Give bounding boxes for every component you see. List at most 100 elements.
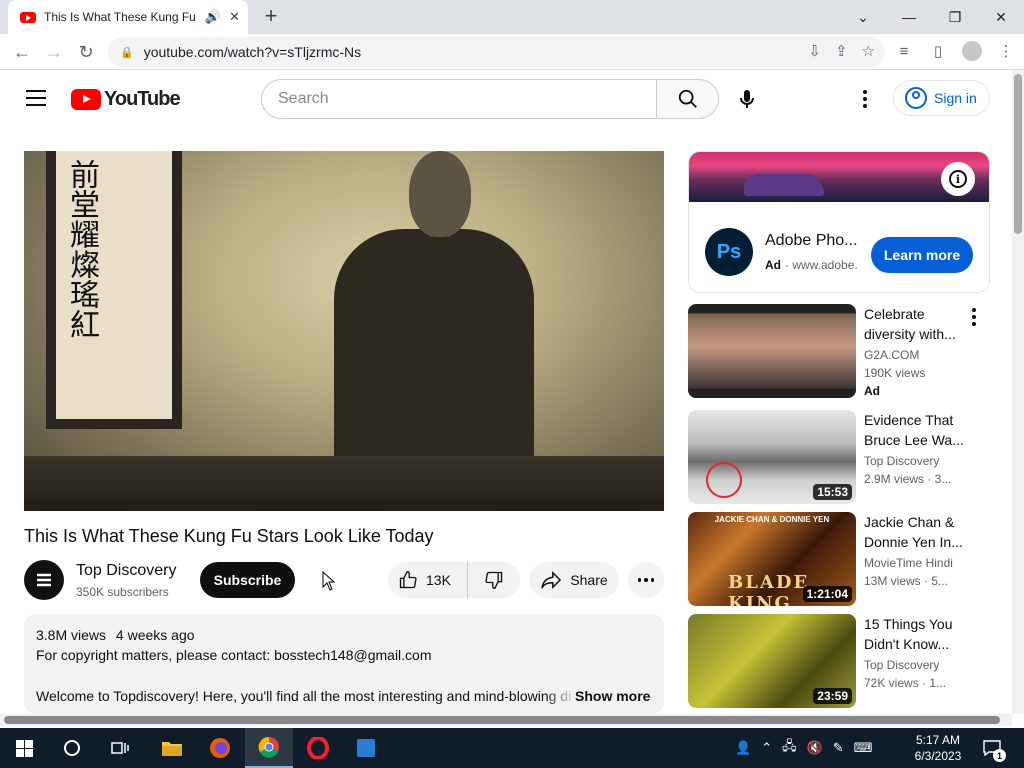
vertical-scrollbar[interactable]	[1012, 70, 1024, 714]
taskbar-clock[interactable]: 5:17 AM 6/3/2023	[910, 732, 966, 764]
url-text[interactable]: youtube.com/watch?v=sTljzrmc-Ns	[144, 44, 361, 60]
address-bar[interactable]: 🔒 youtube.com/watch?v=sTljzrmc-Ns ⇩ ⇪ ☆	[108, 37, 885, 67]
like-dislike-group: 13K	[388, 562, 520, 598]
chrome-button[interactable]	[245, 728, 293, 768]
minimize-button[interactable]: —	[886, 0, 932, 34]
share-label: Share	[570, 572, 608, 588]
show-hidden-icons-icon[interactable]: ⌃	[761, 740, 772, 756]
clock-time: 5:17 AM	[915, 733, 961, 747]
search-icon	[678, 89, 697, 108]
video-thumbnail[interactable]: 23:59	[688, 614, 856, 708]
recommendation-item[interactable]: 23:59 15 Things You Didn't Know... Top D…	[688, 614, 990, 708]
browser-menu-icon[interactable]: ⋮	[995, 40, 1017, 62]
recommendation-title[interactable]: Celebrate diversity with...	[864, 304, 964, 344]
channel-avatar[interactable]	[24, 560, 64, 600]
search-button[interactable]	[656, 79, 719, 119]
recommendation-title[interactable]: Evidence That Bruce Lee Wa...	[864, 410, 964, 450]
keyboard-icon[interactable]: ⌨	[854, 740, 873, 756]
item-menu-icon[interactable]	[972, 308, 976, 326]
sign-in-button[interactable]: Sign in	[893, 80, 990, 116]
tab-search-icon[interactable]: ⌄	[840, 0, 886, 34]
description-box[interactable]: 3.8M views 4 weeks ago For copyright mat…	[24, 614, 664, 714]
chrome-icon	[258, 736, 279, 758]
task-view-icon	[111, 742, 129, 754]
share-arrow-icon	[541, 570, 562, 590]
bookmark-star-icon[interactable]: ☆	[862, 42, 875, 60]
close-tab-icon[interactable]: ✕	[229, 9, 240, 25]
learn-more-button[interactable]: Learn more	[871, 237, 973, 273]
photoshop-logo-icon: Ps	[705, 228, 753, 276]
search-taskbar-button[interactable]	[48, 728, 96, 768]
video-thumbnail[interactable]	[688, 304, 856, 398]
app-button[interactable]	[342, 728, 390, 768]
back-button[interactable]: ←	[10, 40, 34, 64]
menu-icon[interactable]	[26, 90, 46, 106]
show-more-button[interactable]: Show more	[575, 688, 650, 704]
close-window-button[interactable]: ✕	[978, 0, 1024, 34]
recommendation-title[interactable]: Jackie Chan & Donnie Yen In...	[864, 512, 964, 552]
recommendation-views: 190K views	[864, 366, 926, 380]
side-panel-icon[interactable]: ▯	[927, 40, 949, 62]
audio-playing-icon[interactable]: 🔊	[205, 9, 221, 25]
reload-button[interactable]: ↻	[74, 40, 98, 64]
ad-subtitle: Ad · www.adobe.	[765, 258, 858, 272]
install-app-icon[interactable]: ⇩	[808, 42, 821, 60]
lock-icon[interactable]: 🔒	[120, 46, 134, 59]
start-button[interactable]	[0, 728, 48, 768]
highlight-circle	[706, 462, 742, 498]
subscribe-button[interactable]: Subscribe	[200, 562, 295, 598]
recommendation-item[interactable]: Celebrate diversity with... G2A.COM 190K…	[688, 304, 990, 398]
ad-card[interactable]: i Ps Adobe Pho... Ad · www.adobe. Learn m…	[688, 151, 990, 293]
horizontal-scrollbar[interactable]	[0, 714, 1012, 726]
more-actions-button[interactable]	[628, 562, 664, 598]
tab-title: This Is What These Kung Fu	[44, 10, 196, 24]
people-icon[interactable]: 👤	[735, 740, 751, 756]
thumbs-down-icon	[485, 571, 503, 590]
video-thumbnail[interactable]: 15:53	[688, 410, 856, 504]
ad-title[interactable]: Adobe Pho...	[765, 232, 858, 250]
restore-button[interactable]: ❐	[932, 0, 978, 34]
ad-badge: Ad	[864, 384, 880, 398]
youtube-logo[interactable]: YouTube	[71, 88, 181, 111]
opera-button[interactable]	[294, 728, 342, 768]
firefox-icon	[210, 738, 230, 758]
like-button[interactable]: 13K	[388, 562, 468, 598]
logo-text: YouTube	[104, 88, 181, 110]
calligraphy-text: 前堂耀燦瑤紅	[64, 159, 99, 339]
mouse-cursor-icon	[322, 571, 336, 591]
recommendation-item[interactable]: 15:53 Evidence That Bruce Lee Wa... Top …	[688, 410, 990, 504]
video-duration: 1:21:04	[802, 586, 852, 602]
ad-badge: Ad	[765, 258, 781, 272]
search-input[interactable]	[261, 79, 656, 119]
recommendation-title[interactable]: 15 Things You Didn't Know...	[864, 614, 964, 654]
folder-icon	[162, 742, 182, 756]
ad-info-button[interactable]: i	[941, 162, 975, 196]
recommendation-item[interactable]: JACKIE CHAN & DONNIE YEN BLADE KING 1:21…	[688, 512, 990, 606]
pen-icon[interactable]: ✎	[833, 740, 844, 756]
channel-name[interactable]: Top Discovery	[76, 562, 176, 580]
action-center-button[interactable]: 1	[980, 736, 1006, 762]
dislike-button[interactable]	[468, 570, 520, 590]
upload-age: 4 weeks ago	[115, 627, 195, 643]
file-explorer-button[interactable]	[148, 728, 196, 768]
browser-tab[interactable]: This Is What These Kung Fu 🔊 ✕	[8, 0, 248, 34]
video-thumbnail[interactable]: JACKIE CHAN & DONNIE YEN BLADE KING 1:21…	[688, 512, 856, 606]
recommendation-channel: G2A.COM	[864, 348, 920, 362]
video-duration: 15:53	[813, 484, 852, 500]
profile-icon[interactable]	[961, 40, 983, 62]
recommendation-views: 2.9M views · 3...	[864, 472, 952, 486]
media-control-icon[interactable]: ≡	[893, 40, 915, 62]
settings-menu-icon[interactable]	[855, 87, 875, 111]
forward-button[interactable]: →	[42, 40, 66, 64]
task-view-button[interactable]	[96, 728, 144, 768]
video-player[interactable]: 前堂耀燦瑤紅	[24, 151, 664, 511]
windows-logo-icon	[15, 739, 33, 757]
network-icon[interactable]: 🖧	[782, 737, 797, 759]
video-duration: 23:59	[813, 688, 852, 704]
new-tab-button[interactable]: +	[258, 4, 284, 30]
volume-muted-icon[interactable]: 🔇	[807, 740, 823, 756]
share-button[interactable]: Share	[529, 562, 619, 598]
firefox-button[interactable]	[196, 728, 244, 768]
microphone-icon[interactable]	[735, 87, 759, 111]
share-page-icon[interactable]: ⇪	[835, 42, 848, 60]
